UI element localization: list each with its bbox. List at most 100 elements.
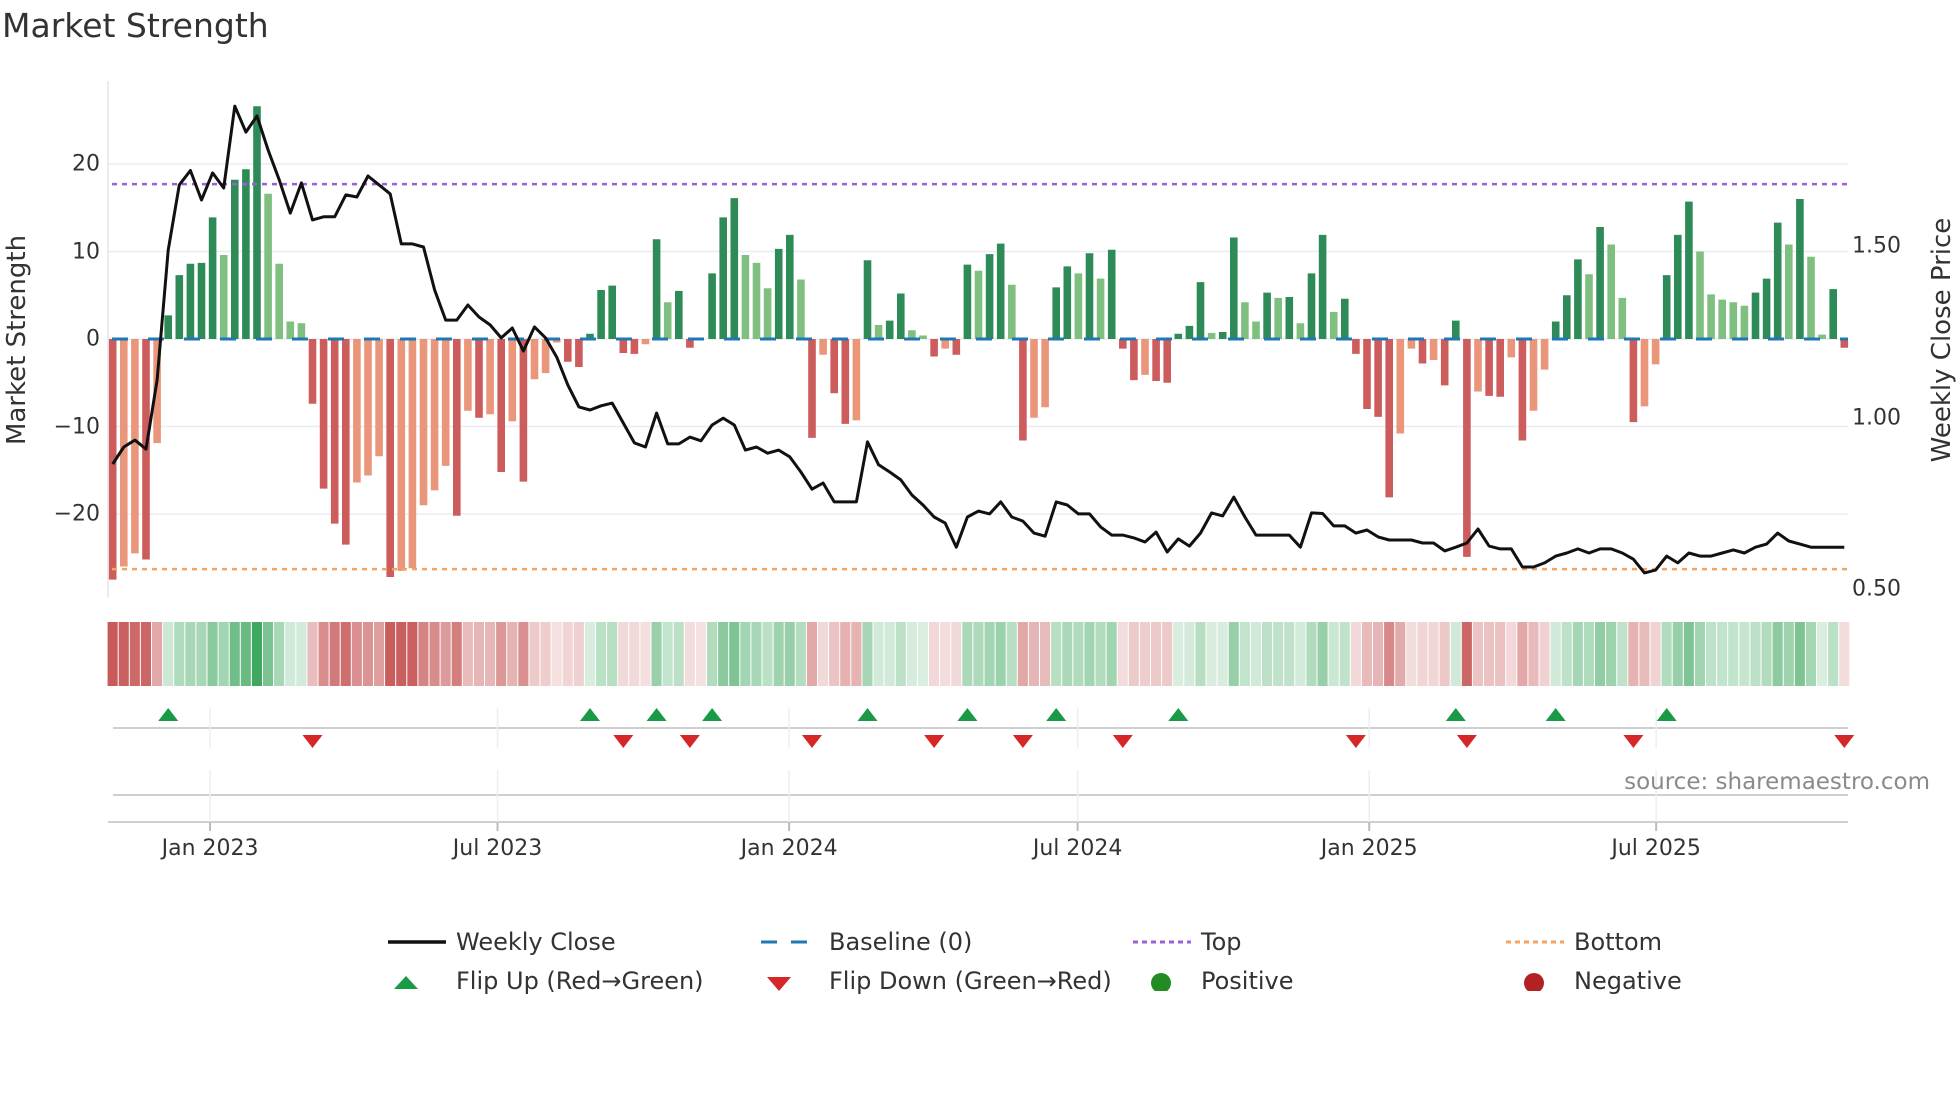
- y-tick-label: 20: [72, 151, 100, 177]
- heat-cell: [840, 622, 851, 686]
- strength-bar: [1507, 339, 1516, 358]
- strength-bar: [1796, 199, 1804, 339]
- heat-cell: [318, 622, 329, 686]
- strength-bar: [375, 339, 383, 457]
- heat-cell: [1184, 622, 1195, 686]
- strength-bar: [1008, 284, 1016, 339]
- strength-bar: [708, 273, 716, 339]
- dotted-line-swatch-icon: [1133, 940, 1191, 944]
- flip-up-marker: [1545, 708, 1566, 721]
- flip-down-marker: [1112, 735, 1133, 748]
- heat-cell: [140, 622, 151, 686]
- heat-cell: [507, 622, 518, 686]
- heat-cell: [1317, 622, 1328, 686]
- strength-bar: [1729, 302, 1738, 339]
- strength-bar: [830, 339, 838, 394]
- heat-cell: [429, 622, 440, 686]
- legend-label: Negative: [1574, 967, 1682, 995]
- heat-cell: [962, 622, 973, 686]
- heat-cell: [1628, 622, 1639, 686]
- strength-bar: [319, 339, 328, 489]
- strength-bar: [1596, 227, 1604, 339]
- x-tick-label: Jul 2023: [452, 836, 543, 861]
- heat-cell: [540, 622, 551, 686]
- strength-bar: [863, 260, 872, 339]
- heat-cell: [906, 622, 917, 686]
- heat-cell: [263, 622, 274, 686]
- heat-cell: [1517, 622, 1528, 686]
- heat-cell: [1062, 622, 1073, 686]
- y-tick-label: −20: [53, 501, 100, 527]
- strength-bar: [242, 169, 250, 339]
- strength-bar: [1085, 253, 1094, 339]
- heat-cell: [1139, 622, 1150, 686]
- heat-cell: [229, 622, 240, 686]
- flip-down-marker: [1834, 735, 1855, 748]
- heat-cell: [207, 622, 218, 686]
- legend-item-baseline[interactable]: Baseline (0): [759, 928, 972, 956]
- heat-cell: [451, 622, 462, 686]
- heat-cell: [529, 622, 540, 686]
- heat-cell: [1639, 622, 1650, 686]
- heat-cell: [1206, 622, 1217, 686]
- heat-cell: [340, 622, 351, 686]
- strength-bar: [530, 339, 539, 380]
- heat-cell: [152, 622, 163, 686]
- strength-bar: [175, 275, 184, 339]
- strength-bar: [930, 339, 938, 357]
- heat-cell: [1794, 622, 1805, 686]
- heat-cell: [196, 622, 207, 686]
- strength-bar: [1829, 289, 1837, 339]
- heat-cell: [1606, 622, 1617, 686]
- heat-cell: [1817, 622, 1828, 686]
- heat-cell: [362, 622, 373, 686]
- legend-item-weekly-close[interactable]: Weekly Close: [386, 928, 616, 956]
- heat-cell: [1306, 622, 1317, 686]
- heat-cell: [917, 622, 928, 686]
- heat-cell: [118, 622, 129, 686]
- heat-cell: [185, 622, 196, 686]
- strength-bar: [231, 179, 239, 339]
- y-axis-label: Market Strength: [2, 234, 32, 446]
- strength-bar: [286, 321, 295, 339]
- heat-cell: [385, 622, 396, 686]
- heat-cell: [784, 622, 795, 686]
- heat-cell: [129, 622, 140, 686]
- heat-cell: [884, 622, 895, 686]
- heat-cell: [562, 622, 573, 686]
- legend-item-positive[interactable]: Positive: [1131, 967, 1294, 995]
- strength-bar: [342, 339, 350, 545]
- strength-bar: [763, 288, 772, 339]
- legend-item-bottom[interactable]: Bottom: [1504, 928, 1662, 956]
- heat-cell: [1017, 622, 1028, 686]
- flip-up-marker: [1445, 708, 1466, 721]
- heat-cell: [1706, 622, 1717, 686]
- legend-item-top[interactable]: Top: [1131, 928, 1242, 956]
- heat-cell: [396, 622, 407, 686]
- heat-cell: [240, 622, 251, 686]
- heat-cell: [1250, 622, 1261, 686]
- legend-item-flip-up[interactable]: Flip Up (Red→Green): [386, 967, 704, 995]
- strength-bar: [1463, 339, 1471, 557]
- heat-cell: [1095, 622, 1106, 686]
- strength-bar: [608, 285, 616, 339]
- strength-bar: [197, 262, 206, 339]
- legend-label: Top: [1201, 928, 1242, 956]
- flip-up-marker: [646, 708, 667, 721]
- heat-cell: [107, 622, 118, 686]
- heat-cell: [251, 622, 262, 686]
- strength-bar: [1651, 339, 1660, 365]
- strength-bar: [475, 339, 483, 418]
- heat-cell: [673, 622, 684, 686]
- legend-label: Weekly Close: [456, 928, 616, 956]
- y-tick-label: −10: [53, 414, 100, 440]
- legend-item-negative[interactable]: Negative: [1504, 967, 1682, 995]
- strength-bar: [1241, 302, 1249, 339]
- strength-bar: [275, 263, 283, 339]
- legend-item-flip-down[interactable]: Flip Down (Green→Red): [759, 967, 1112, 995]
- heat-cell: [1295, 622, 1306, 686]
- strength-bar: [1474, 339, 1482, 392]
- strength-bar: [663, 302, 672, 339]
- strength-bar: [952, 339, 961, 355]
- strength-bar: [630, 339, 639, 354]
